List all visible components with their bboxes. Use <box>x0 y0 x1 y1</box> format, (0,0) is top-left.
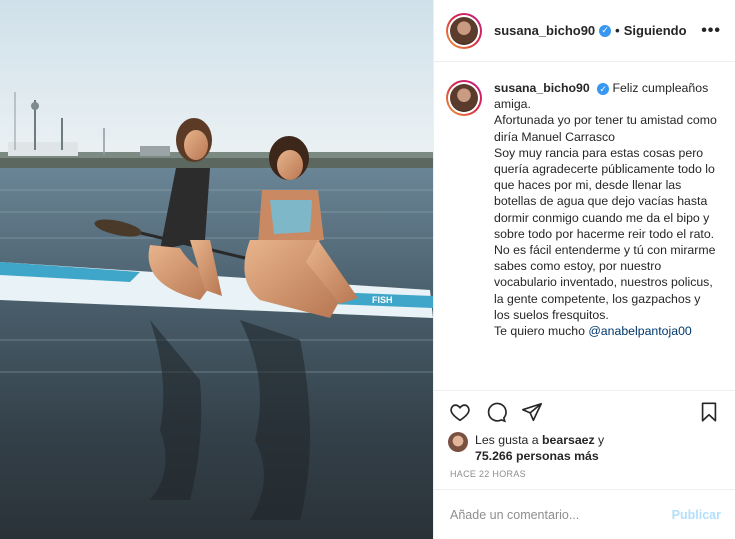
add-comment-bar: Publicar <box>434 489 735 539</box>
caption-line-2: Afortunada yo por tener tu amistad como … <box>494 113 717 144</box>
avatar-image <box>450 84 478 112</box>
post-photo[interactable]: FISH <box>0 0 433 539</box>
author-username[interactable]: susana_bicho90 <box>494 23 595 38</box>
caption-line-3: Soy muy rancia para estas cosas pero que… <box>494 145 715 241</box>
comment-icon <box>487 402 507 423</box>
bookmark-icon <box>701 401 717 422</box>
more-options-icon[interactable]: ••• <box>701 22 721 39</box>
caption-closing: Te quiero mucho @anabelpantoja00 <box>494 323 718 339</box>
likes-count[interactable]: 75.266 personas más <box>475 449 599 463</box>
likes-joiner: y <box>594 433 605 447</box>
like-button[interactable] <box>448 400 472 424</box>
liker-avatar[interactable] <box>448 432 468 452</box>
caption-line: susana_bicho90 ✓ Feliz cumpleaños amiga. <box>494 80 718 112</box>
verified-badge-icon: ✓ <box>599 24 612 37</box>
caption-author-avatar[interactable] <box>446 80 482 116</box>
author-avatar[interactable] <box>446 12 482 49</box>
caption-line-4: No es fácil entenderme y tú con mirarme … <box>494 243 716 322</box>
comment-button[interactable] <box>484 400 508 424</box>
liker-username[interactable]: bearsaez <box>542 433 595 447</box>
comment-input[interactable] <box>450 507 672 522</box>
action-bar <box>434 390 735 432</box>
mention-link[interactable]: @anabelpantoja00 <box>588 324 691 338</box>
publish-button[interactable]: Publicar <box>672 508 721 522</box>
share-icon <box>522 402 542 421</box>
heart-icon <box>450 403 470 421</box>
share-button[interactable] <box>520 400 544 424</box>
closing-text: Te quiero mucho <box>494 324 589 339</box>
post-details-panel: susana_bicho90 ✓ • Siguiendo ••• susana_… <box>433 0 735 539</box>
avatar-image <box>450 16 478 45</box>
separator-dot: • <box>615 23 620 38</box>
caption-text: susana_bicho90 ✓ Feliz cumpleaños amiga.… <box>494 80 718 390</box>
header-meta: susana_bicho90 ✓ • Siguiendo <box>494 23 687 38</box>
caption-section: susana_bicho90 ✓ Feliz cumpleaños amiga.… <box>434 62 735 390</box>
post-timestamp[interactable]: HACE 22 HORAS <box>434 469 735 491</box>
likes-summary: Les gusta a bearsaez y 75.266 personas m… <box>434 432 735 466</box>
following-button[interactable]: Siguiendo <box>624 23 687 38</box>
svg-text:FISH: FISH <box>372 295 393 305</box>
verified-badge-icon: ✓ <box>597 83 610 96</box>
save-button[interactable] <box>697 400 721 424</box>
post-header: susana_bicho90 ✓ • Siguiendo ••• <box>434 0 735 62</box>
likes-prefix: Les gusta a <box>475 433 542 447</box>
caption-username[interactable]: susana_bicho90 <box>494 81 590 95</box>
likes-text: Les gusta a bearsaez y 75.266 personas m… <box>475 432 604 464</box>
